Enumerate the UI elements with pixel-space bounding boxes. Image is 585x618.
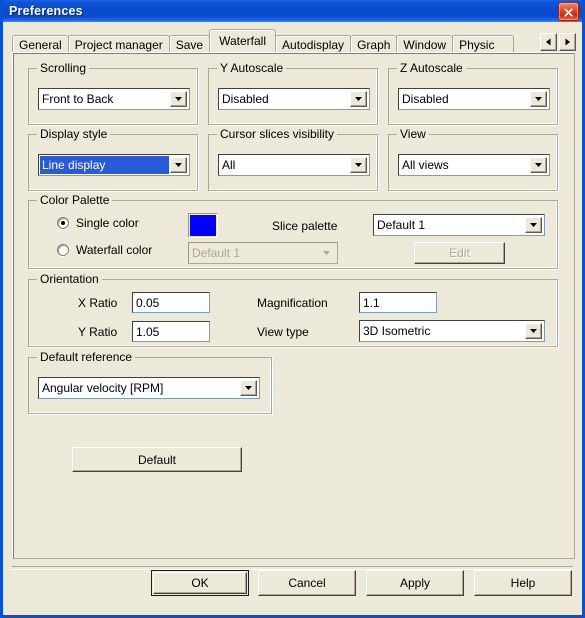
magnification-input[interactable]: 1.1 bbox=[359, 292, 437, 313]
default-reference-combo-value: Angular velocity [RPM] bbox=[42, 381, 164, 395]
preferences-window: Preferences General Project manager Save… bbox=[0, 0, 585, 618]
radio-single-color-label: Single color bbox=[76, 216, 139, 230]
view-combo-value: All views bbox=[402, 158, 449, 172]
chevron-down-icon[interactable] bbox=[240, 380, 257, 396]
y-ratio-label: Y Ratio bbox=[78, 325, 118, 339]
cancel-button-label: Cancel bbox=[288, 576, 326, 590]
group-scrolling: Scrolling Front to Back bbox=[28, 61, 198, 125]
chevron-down-icon[interactable] bbox=[525, 217, 542, 233]
waterfall-palette-combo: Default 1 bbox=[188, 242, 338, 264]
scrolling-combo-value: Front to Back bbox=[42, 92, 114, 106]
group-label-orientation: Orientation bbox=[37, 272, 102, 286]
tab-strip: General Project manager Save Waterfall A… bbox=[3, 29, 582, 54]
apply-button[interactable]: Apply bbox=[366, 570, 464, 596]
chevron-down-icon[interactable] bbox=[350, 91, 367, 107]
group-orientation: Orientation X Ratio 0.05 Y Ratio 1.05 Ma… bbox=[28, 272, 558, 347]
tab-label: Autodisplay bbox=[282, 38, 345, 52]
x-ratio-value: 0.05 bbox=[136, 295, 160, 310]
single-color-swatch[interactable] bbox=[188, 213, 218, 238]
y-ratio-value: 1.05 bbox=[136, 324, 160, 339]
tab-label: Waterfall bbox=[219, 34, 267, 48]
edit-palette-label: Edit bbox=[449, 246, 470, 260]
x-ratio-input[interactable]: 0.05 bbox=[132, 292, 210, 313]
group-display-style: Display style Line display bbox=[28, 127, 198, 191]
group-label-color-palette: Color Palette bbox=[37, 193, 113, 207]
group-label-default-reference: Default reference bbox=[37, 350, 136, 364]
view-type-combo[interactable]: 3D Isometric bbox=[359, 320, 545, 342]
view-combo[interactable]: All views bbox=[398, 154, 550, 176]
group-default-reference: Default reference Angular velocity [RPM] bbox=[28, 350, 272, 414]
tab-label: Project manager bbox=[74, 38, 163, 52]
radio-waterfall-color-label: Waterfall color bbox=[76, 243, 153, 257]
group-color-palette: Color Palette Single color Waterfall col… bbox=[28, 193, 558, 269]
tab-scroll-buttons bbox=[540, 33, 576, 51]
chevron-down-icon[interactable] bbox=[170, 91, 187, 107]
slice-palette-combo[interactable]: Default 1 bbox=[373, 214, 545, 236]
cursor-slices-combo-value: All bbox=[222, 158, 236, 172]
group-y-autoscale: Y Autoscale Disabled bbox=[208, 61, 378, 125]
ok-button[interactable]: OK bbox=[151, 570, 249, 596]
edit-palette-button: Edit bbox=[414, 242, 505, 264]
display-style-combo-value: Line display bbox=[40, 156, 169, 174]
magnification-value: 1.1 bbox=[363, 295, 380, 310]
group-label-z-autoscale: Z Autoscale bbox=[397, 61, 466, 75]
apply-button-label: Apply bbox=[399, 576, 431, 590]
group-label-cursor-slices-visibility: Cursor slices visibility bbox=[217, 127, 338, 141]
y-autoscale-combo-value: Disabled bbox=[222, 92, 269, 106]
ok-button-label: OK bbox=[153, 572, 247, 594]
cancel-button[interactable]: Cancel bbox=[258, 570, 356, 596]
chevron-down-icon bbox=[318, 245, 335, 261]
triangle-right-icon[interactable] bbox=[559, 33, 576, 51]
close-icon[interactable] bbox=[558, 1, 579, 21]
y-autoscale-combo[interactable]: Disabled bbox=[218, 88, 370, 110]
tab-label: Graph bbox=[357, 38, 391, 52]
cursor-slices-combo[interactable]: All bbox=[218, 154, 370, 176]
tab-label: Save bbox=[175, 38, 204, 52]
group-label-view: View bbox=[397, 127, 429, 141]
z-autoscale-combo-value: Disabled bbox=[402, 92, 449, 106]
chevron-down-icon[interactable] bbox=[525, 323, 542, 339]
group-z-autoscale: Z Autoscale Disabled bbox=[388, 61, 558, 125]
magnification-label: Magnification bbox=[257, 296, 328, 310]
tab-waterfall[interactable]: Waterfall bbox=[209, 29, 277, 52]
group-label-scrolling: Scrolling bbox=[37, 61, 90, 75]
group-view: View All views bbox=[388, 127, 558, 191]
display-style-combo[interactable]: Line display bbox=[38, 154, 190, 176]
waterfall-tab-panel: Scrolling Front to Back Y Autoscale Disa… bbox=[12, 52, 575, 559]
chevron-down-icon[interactable] bbox=[170, 157, 187, 173]
help-button[interactable]: Help bbox=[474, 570, 572, 596]
group-label-y-autoscale: Y Autoscale bbox=[217, 61, 287, 75]
chevron-down-icon[interactable] bbox=[530, 91, 547, 107]
group-cursor-slices-visibility: Cursor slices visibility All bbox=[208, 127, 378, 191]
default-button-label: Default bbox=[137, 452, 177, 467]
slice-palette-combo-value: Default 1 bbox=[377, 218, 426, 232]
triangle-left-icon[interactable] bbox=[540, 33, 557, 51]
y-ratio-input[interactable]: 1.05 bbox=[132, 321, 210, 342]
view-type-combo-value: 3D Isometric bbox=[363, 324, 431, 338]
window-title: Preferences bbox=[9, 4, 83, 18]
z-autoscale-combo[interactable]: Disabled bbox=[398, 88, 550, 110]
scrolling-combo[interactable]: Front to Back bbox=[38, 88, 190, 110]
group-label-display-style: Display style bbox=[37, 127, 111, 141]
radio-single-color[interactable]: Single color bbox=[57, 216, 139, 230]
title-bar: Preferences bbox=[3, 0, 582, 22]
slice-palette-label: Slice palette bbox=[272, 219, 338, 233]
tab-label: Window bbox=[403, 38, 447, 52]
tab-label: General bbox=[19, 38, 62, 52]
radio-button-icon[interactable] bbox=[57, 244, 69, 256]
chevron-down-icon[interactable] bbox=[530, 157, 547, 173]
help-button-label: Help bbox=[510, 576, 536, 590]
chevron-down-icon[interactable] bbox=[350, 157, 367, 173]
waterfall-palette-combo-value: Default 1 bbox=[192, 246, 241, 260]
x-ratio-label: X Ratio bbox=[78, 296, 118, 310]
radio-waterfall-color[interactable]: Waterfall color bbox=[57, 243, 152, 257]
view-type-label: View type bbox=[257, 325, 309, 339]
swatch-fill bbox=[190, 215, 216, 236]
default-reference-combo[interactable]: Angular velocity [RPM] bbox=[38, 377, 260, 399]
radio-button-icon[interactable] bbox=[57, 217, 69, 229]
default-button[interactable]: Default bbox=[72, 447, 242, 472]
